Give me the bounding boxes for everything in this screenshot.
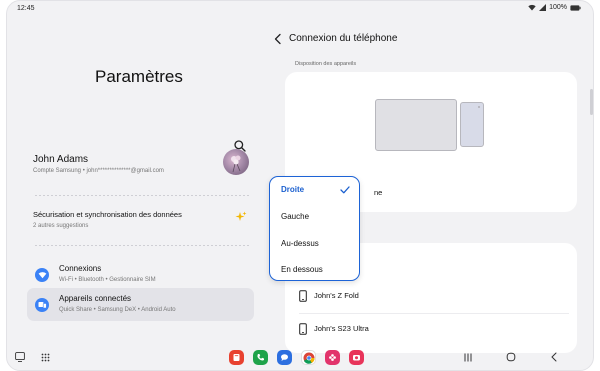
chrome-app-icon[interactable]: [301, 350, 316, 365]
phone-icon: [299, 290, 307, 302]
edge-panel-handle[interactable]: [590, 89, 593, 115]
avatar-flower-icon: [231, 155, 241, 173]
notes-app-icon[interactable]: [229, 350, 244, 365]
position-dropdown: Droite Gauche Au-dessus En dessous: [269, 176, 360, 281]
wifi-status-icon: [528, 4, 536, 11]
app-dock: [229, 350, 364, 365]
phone-preview[interactable]: [460, 102, 484, 147]
camera-app-icon[interactable]: [349, 350, 364, 365]
avatar[interactable]: [223, 149, 249, 175]
back-arrow-icon[interactable]: [273, 33, 283, 45]
page-title: Connexion du téléphone: [289, 33, 398, 44]
recents-icon[interactable]: [463, 353, 473, 362]
gallery-app-icon[interactable]: [325, 350, 340, 365]
suggestion-row[interactable]: Sécurisation et synchronisation des donn…: [27, 205, 249, 239]
battery-icon: [570, 4, 581, 11]
sparkle-icon: [235, 211, 247, 221]
dropdown-option-right[interactable]: Droite: [281, 185, 304, 194]
section-label: Disposition des appareils: [295, 61, 357, 67]
settings-item-connections[interactable]: Connexions Wi-Fi • Bluetooth • Gestionna…: [27, 258, 254, 291]
taskbar-toggle-icon[interactable]: [15, 352, 25, 362]
phone-icon: [299, 323, 307, 335]
dropdown-option-above[interactable]: Au-dessus: [281, 239, 319, 248]
settings-item-title: Connexions: [59, 264, 102, 273]
divider: [35, 195, 249, 196]
profile-name: John Adams: [33, 154, 89, 165]
device-row[interactable]: John's S23 Ultra: [299, 315, 569, 343]
divider: [299, 313, 569, 314]
dropdown-option-left[interactable]: Gauche: [281, 212, 309, 221]
settings-item-subtitle: Quick Share • Samsung DeX • Android Auto: [59, 307, 176, 313]
status-icons: 100%: [528, 4, 581, 11]
messages-app-icon[interactable]: [277, 350, 292, 365]
dropdown-option-below[interactable]: En dessous: [281, 265, 323, 274]
phone-app-icon[interactable]: [253, 350, 268, 365]
profile-row[interactable]: John Adams Compte Samsung • john********…: [27, 149, 249, 187]
camera-dot: [478, 106, 480, 108]
page-title: Paramètres: [95, 67, 183, 86]
profile-account: Compte Samsung • john**************@gmai…: [33, 168, 164, 174]
wifi-icon: [35, 268, 49, 282]
device-name: John's Z Fold: [314, 291, 359, 300]
battery-percent: 100%: [549, 4, 567, 11]
back-nav-icon[interactable]: [550, 352, 558, 362]
status-bar: 12:45 100%: [7, 1, 593, 17]
device-row[interactable]: John's Z Fold: [299, 282, 569, 310]
settings-item-title: Appareils connectés: [59, 294, 132, 303]
apps-grid-icon[interactable]: [41, 353, 50, 362]
connected-devices-icon: [35, 298, 49, 312]
position-label: ne: [374, 188, 383, 197]
suggestion-title: Sécurisation et synchronisation des donn…: [33, 210, 182, 219]
settings-item-connected-devices[interactable]: Appareils connectés Quick Share • Samsun…: [27, 288, 254, 321]
signal-icon: [539, 4, 547, 11]
suggestion-subtitle: 2 autres suggestions: [33, 223, 89, 229]
device-name: John's S23 Ultra: [314, 324, 369, 333]
settings-list-pane: Paramètres John Adams Compte Samsung • j…: [7, 17, 269, 342]
tablet-preview[interactable]: [375, 99, 457, 151]
status-time: 12:45: [17, 5, 35, 12]
check-icon: [340, 186, 350, 194]
home-icon[interactable]: [506, 352, 516, 362]
divider: [35, 245, 249, 246]
navigation-bar: [7, 342, 593, 370]
settings-item-subtitle: Wi-Fi • Bluetooth • Gestionnaire SIM: [59, 277, 156, 283]
